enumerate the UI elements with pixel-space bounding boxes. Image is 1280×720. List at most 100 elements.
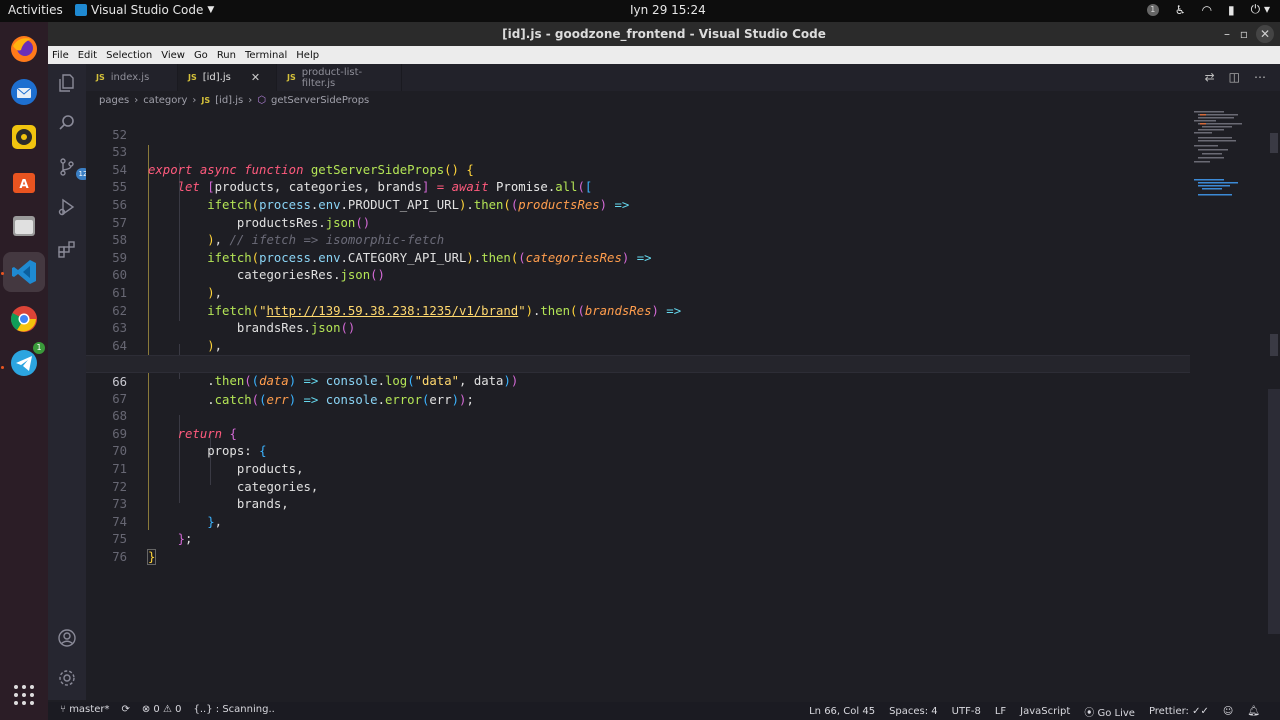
menu-file[interactable]: File bbox=[52, 50, 69, 61]
code-line: 53 export async function getServerSidePr… bbox=[86, 127, 1190, 177]
close-tab-icon[interactable]: ✕ bbox=[251, 71, 260, 84]
explorer-icon[interactable] bbox=[56, 72, 78, 94]
code-line: 68 return { bbox=[86, 391, 1190, 441]
run-debug-icon[interactable] bbox=[56, 196, 78, 218]
battery-icon[interactable]: ▮ bbox=[1228, 3, 1235, 17]
more-actions-icon[interactable]: ⋯ bbox=[1254, 70, 1266, 84]
activities-button[interactable]: Activities bbox=[8, 3, 63, 17]
tab-product-list-filter-js[interactable]: JS product-list-filter.js bbox=[277, 64, 402, 91]
system-tray[interactable]: 1 ♿ ◠ ▮ ⏻ ▾ bbox=[1146, 2, 1270, 17]
code-line: 62 brandsRes.json() bbox=[86, 285, 1190, 336]
go-live-label: Go Live bbox=[1097, 708, 1135, 719]
menu-view[interactable]: View bbox=[161, 50, 185, 61]
telegram-icon[interactable]: 1 bbox=[7, 342, 45, 380]
rhythmbox-icon[interactable] bbox=[7, 120, 41, 154]
window-title: [id].js - goodzone_frontend - Visual Stu… bbox=[502, 27, 826, 41]
search-icon[interactable] bbox=[56, 112, 78, 134]
code-line: 54 let [products, categories, brands] = … bbox=[86, 144, 1190, 195]
minimize-button[interactable]: – bbox=[1224, 22, 1230, 46]
running-indicator bbox=[1, 366, 4, 369]
error-count: 0 bbox=[153, 704, 160, 715]
firefox-icon[interactable] bbox=[7, 32, 41, 66]
error-icon: ⊗ bbox=[141, 704, 151, 715]
manage-gear-icon[interactable] bbox=[56, 667, 78, 689]
code-line: 74 }; bbox=[86, 496, 1190, 547]
chevron-right-icon: › bbox=[134, 94, 139, 106]
accessibility-icon[interactable]: ♿ bbox=[1175, 3, 1186, 17]
close-button[interactable]: ✕ bbox=[1256, 25, 1274, 43]
show-applications-icon[interactable] bbox=[7, 678, 41, 712]
maximize-button[interactable]: ▫ bbox=[1240, 22, 1248, 46]
system-top-bar: Activities Visual Studio Code ▼ Iyn 29 1… bbox=[0, 0, 1280, 22]
code-line: 70 products, bbox=[86, 426, 1190, 476]
menu-terminal[interactable]: Terminal bbox=[245, 50, 287, 61]
extensions-icon[interactable] bbox=[56, 238, 78, 260]
cursor-position[interactable]: Ln 66, Col 45 bbox=[809, 706, 875, 717]
branch-indicator[interactable]: ⑂ master* bbox=[60, 704, 109, 715]
code-line: 52 bbox=[86, 109, 1190, 142]
js-file-icon: JS bbox=[188, 73, 197, 82]
breadcrumb-symbol[interactable]: getServerSideProps bbox=[271, 95, 369, 106]
code-line: 69 props: { bbox=[86, 408, 1190, 459]
code-line: 58 ifetch(process.env.CATEGORY_API_URL).… bbox=[86, 215, 1190, 265]
tab-label: product-list-filter.js bbox=[301, 66, 363, 89]
clock[interactable]: Iyn 29 15:24 bbox=[630, 3, 706, 17]
power-icon[interactable]: ⏻ ▾ bbox=[1251, 2, 1270, 17]
problems-indicator[interactable]: ⊗ 0 ⚠ 0 bbox=[142, 704, 182, 715]
menu-run[interactable]: Run bbox=[217, 50, 236, 61]
tab-index-js[interactable]: JS index.js bbox=[86, 64, 178, 91]
tab-label: [id].js bbox=[202, 72, 231, 83]
menu-go[interactable]: Go bbox=[194, 50, 208, 61]
git-branch-icon: ⑂ bbox=[60, 704, 66, 715]
vertical-scrollbar[interactable] bbox=[1268, 109, 1280, 700]
running-indicator bbox=[1, 272, 4, 275]
chevron-right-icon: › bbox=[192, 94, 197, 106]
end-of-line[interactable]: LF bbox=[995, 706, 1006, 717]
app-menu[interactable]: Visual Studio Code ▼ bbox=[75, 3, 214, 17]
go-live-button[interactable]: ⦿ Go Live bbox=[1084, 704, 1135, 719]
feedback-icon[interactable]: ☺ bbox=[1223, 706, 1233, 717]
tab-id-js[interactable]: JS [id].js ✕ bbox=[178, 64, 277, 91]
app-menu-label: Visual Studio Code bbox=[91, 3, 204, 17]
window-title-bar[interactable]: [id].js - goodzone_frontend - Visual Stu… bbox=[48, 22, 1280, 46]
wifi-icon[interactable]: ◠ bbox=[1202, 3, 1212, 17]
code-editor[interactable]: 52 53 export async function getServerSid… bbox=[86, 109, 1280, 700]
source-control-icon[interactable]: 12 bbox=[56, 156, 90, 180]
svg-text:A: A bbox=[19, 177, 29, 191]
editor-tabs: JS index.js JS [id].js ✕ JS product-list… bbox=[86, 64, 1280, 91]
files-icon[interactable] bbox=[7, 208, 41, 242]
breadcrumb-pages[interactable]: pages bbox=[99, 95, 129, 106]
menu-edit[interactable]: Edit bbox=[78, 50, 97, 61]
breadcrumb-file[interactable]: [id].js bbox=[215, 95, 243, 106]
language-status[interactable]: {..} : Scanning.. bbox=[194, 704, 275, 715]
ubuntu-software-icon[interactable]: A bbox=[7, 164, 41, 198]
language-mode[interactable]: JavaScript bbox=[1020, 706, 1070, 717]
breadcrumb: pages › category › JS [id].js › ⬡ getSer… bbox=[86, 91, 1280, 109]
menu-selection[interactable]: Selection bbox=[106, 50, 152, 61]
activity-bar: 12 bbox=[48, 64, 90, 700]
split-editor-icon[interactable]: ◫ bbox=[1229, 70, 1240, 84]
vscode-icon[interactable] bbox=[3, 252, 45, 292]
code-line: 67 bbox=[86, 373, 1190, 406]
scrollbar-thumb[interactable] bbox=[1268, 389, 1280, 634]
sync-icon[interactable]: ⟳ bbox=[121, 704, 129, 715]
minimap[interactable] bbox=[1190, 109, 1270, 209]
status-bar: ⑂ master* ⟳ ⊗ 0 ⚠ 0 {..} : Scanning.. Ln… bbox=[48, 702, 1280, 720]
encoding[interactable]: UTF-8 bbox=[952, 706, 981, 717]
js-file-icon: JS bbox=[96, 73, 105, 82]
menu-help[interactable]: Help bbox=[296, 50, 319, 61]
notifications-bell-icon[interactable]: 🔔︎ bbox=[1247, 706, 1260, 717]
indentation[interactable]: Spaces: 4 bbox=[889, 706, 938, 717]
notification-badge[interactable]: 1 bbox=[1146, 3, 1159, 16]
chrome-icon[interactable] bbox=[7, 302, 41, 336]
code-line: 56 productsRes.json() bbox=[86, 179, 1190, 230]
js-file-icon: JS bbox=[201, 95, 211, 105]
ubuntu-dock: A 1 bbox=[0, 22, 48, 720]
prettier-status[interactable]: Prettier: ✓✓ bbox=[1149, 706, 1209, 717]
thunderbird-icon[interactable] bbox=[7, 75, 41, 109]
breadcrumb-category[interactable]: category bbox=[143, 95, 187, 106]
accounts-icon[interactable] bbox=[56, 627, 78, 649]
open-changes-icon[interactable]: ⇄ bbox=[1205, 70, 1215, 84]
code-line: 63 ), bbox=[86, 303, 1190, 353]
menu-bar: File Edit Selection View Go Run Terminal… bbox=[48, 46, 1280, 64]
